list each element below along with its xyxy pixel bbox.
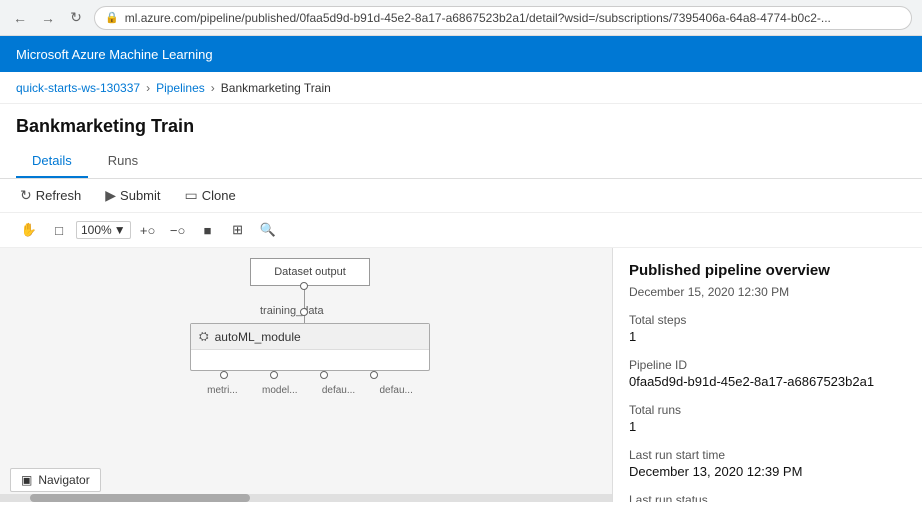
output-dot-3 [320, 371, 328, 379]
total-runs-value: 1 [629, 419, 906, 434]
search-button[interactable]: 🔍 [255, 217, 281, 243]
clone-icon: ▭ [185, 187, 198, 204]
automl-module-node[interactable]: ⛭ autoML_module metri... model... defau.… [190, 323, 430, 396]
hand-tool-button[interactable]: ✋ [16, 217, 42, 243]
refresh-button[interactable]: ↻ Refresh [16, 185, 85, 206]
output-dot-2 [270, 371, 278, 379]
module-icon: ⛭ [199, 329, 209, 344]
page-header: Bankmarketing Train [0, 104, 922, 141]
submit-icon: ▶ [105, 187, 116, 204]
total-steps-value: 1 [629, 329, 906, 344]
panel-section-total-steps: Total steps 1 [629, 313, 906, 344]
refresh-label: Refresh [36, 188, 82, 203]
output-label-2: model... [262, 385, 298, 396]
breadcrumb-sep-2: › [211, 81, 215, 95]
breadcrumb-pipelines[interactable]: Pipelines [156, 81, 205, 95]
main-toolbar: ↻ Refresh ▶ Submit ▭ Clone [0, 179, 922, 213]
main-content: Dataset output training_data ⛭ autoML_mo… [0, 248, 922, 502]
navigator-label: Navigator [38, 473, 89, 487]
last-run-time-value: December 13, 2020 12:39 PM [629, 464, 906, 479]
url-bar[interactable]: 🔒 ml.azure.com/pipeline/published/0faa5d… [94, 6, 912, 30]
training-data-label: training_data [260, 305, 324, 317]
right-panel: Published pipeline overview December 15,… [612, 248, 922, 502]
breadcrumb-current: Bankmarketing Train [221, 81, 331, 95]
tab-details[interactable]: Details [16, 145, 88, 178]
navigator-icon: ▣ [21, 473, 32, 487]
dataset-label: Dataset output [274, 266, 346, 278]
output-label-1: metri... [207, 385, 238, 396]
refresh-icon: ↻ [20, 187, 32, 204]
forward-button[interactable]: → [38, 8, 58, 28]
page-title: Bankmarketing Train [16, 116, 906, 137]
fit-view-button[interactable]: ■ [195, 217, 221, 243]
breadcrumb-workspace[interactable]: quick-starts-ws-130337 [16, 81, 140, 95]
pipeline-canvas: Dataset output training_data ⛭ autoML_mo… [0, 248, 612, 502]
dataset-node: Dataset output [250, 258, 370, 286]
breadcrumb: quick-starts-ws-130337 › Pipelines › Ban… [0, 72, 922, 104]
total-runs-label: Total runs [629, 403, 906, 417]
tab-runs[interactable]: Runs [92, 145, 154, 178]
output-label-3: defau... [322, 385, 355, 396]
output-dot-4 [370, 371, 378, 379]
zoom-chevron-icon: ▼ [114, 223, 126, 237]
breadcrumb-sep-1: › [146, 81, 150, 95]
azure-topnav-title: Microsoft Azure Machine Learning [16, 47, 213, 62]
output-labels: metri... model... defau... defau... [190, 385, 430, 396]
clone-button[interactable]: ▭ Clone [181, 185, 240, 206]
submit-button[interactable]: ▶ Submit [101, 185, 164, 206]
tabs-bar: Details Runs [0, 145, 922, 179]
pipeline-id-label: Pipeline ID [629, 358, 906, 372]
clone-label: Clone [202, 188, 236, 203]
pipeline-id-value: 0faa5d9d-b91d-45e2-8a17-a6867523b2a1 [629, 374, 906, 389]
zoom-level: 100% [81, 223, 112, 237]
canvas-toolbar: ✋ □ 100% ▼ +○ −○ ■ ⊞ 🔍 [0, 213, 922, 248]
module-body [191, 350, 429, 370]
panel-section-last-run-time: Last run start time December 13, 2020 12… [629, 448, 906, 479]
select-tool-button[interactable]: □ [46, 217, 72, 243]
output-dot-1 [220, 371, 228, 379]
canvas-area[interactable]: Dataset output training_data ⛭ autoML_mo… [0, 248, 612, 502]
url-text: ml.azure.com/pipeline/published/0faa5d9d… [125, 11, 831, 25]
connector-dot-mid [300, 308, 308, 316]
canvas-scrollbar-thumb[interactable] [30, 494, 250, 502]
browser-bar: ← → ↻ 🔒 ml.azure.com/pipeline/published/… [0, 0, 922, 36]
panel-date: December 15, 2020 12:30 PM [629, 285, 906, 299]
last-run-status-label: Last run status [629, 493, 906, 502]
zoom-out-button[interactable]: −○ [165, 217, 191, 243]
panel-section-pipeline-id: Pipeline ID 0faa5d9d-b91d-45e2-8a17-a686… [629, 358, 906, 389]
dataset-box[interactable]: Dataset output [250, 258, 370, 286]
submit-label: Submit [120, 188, 160, 203]
module-header: ⛭ autoML_module [191, 324, 429, 350]
lock-icon: 🔒 [105, 11, 119, 24]
connector-dot-top [300, 282, 308, 290]
navigator-button[interactable]: ▣ Navigator [10, 468, 101, 492]
azure-topnav: Microsoft Azure Machine Learning [0, 36, 922, 72]
last-run-time-label: Last run start time [629, 448, 906, 462]
refresh-button[interactable]: ↻ [66, 8, 86, 28]
grid-button[interactable]: ⊞ [225, 217, 251, 243]
zoom-in-button[interactable]: +○ [135, 217, 161, 243]
module-label: autoML_module [215, 330, 301, 344]
canvas-scrollbar[interactable] [0, 494, 612, 502]
panel-section-last-run-status: Last run status Finished [629, 493, 906, 502]
output-label-4: defau... [379, 385, 412, 396]
total-steps-label: Total steps [629, 313, 906, 327]
zoom-dropdown[interactable]: 100% ▼ [76, 221, 131, 239]
back-button[interactable]: ← [10, 8, 30, 28]
panel-section-total-runs: Total runs 1 [629, 403, 906, 434]
module-box: ⛭ autoML_module [190, 323, 430, 371]
panel-title: Published pipeline overview [629, 262, 906, 279]
